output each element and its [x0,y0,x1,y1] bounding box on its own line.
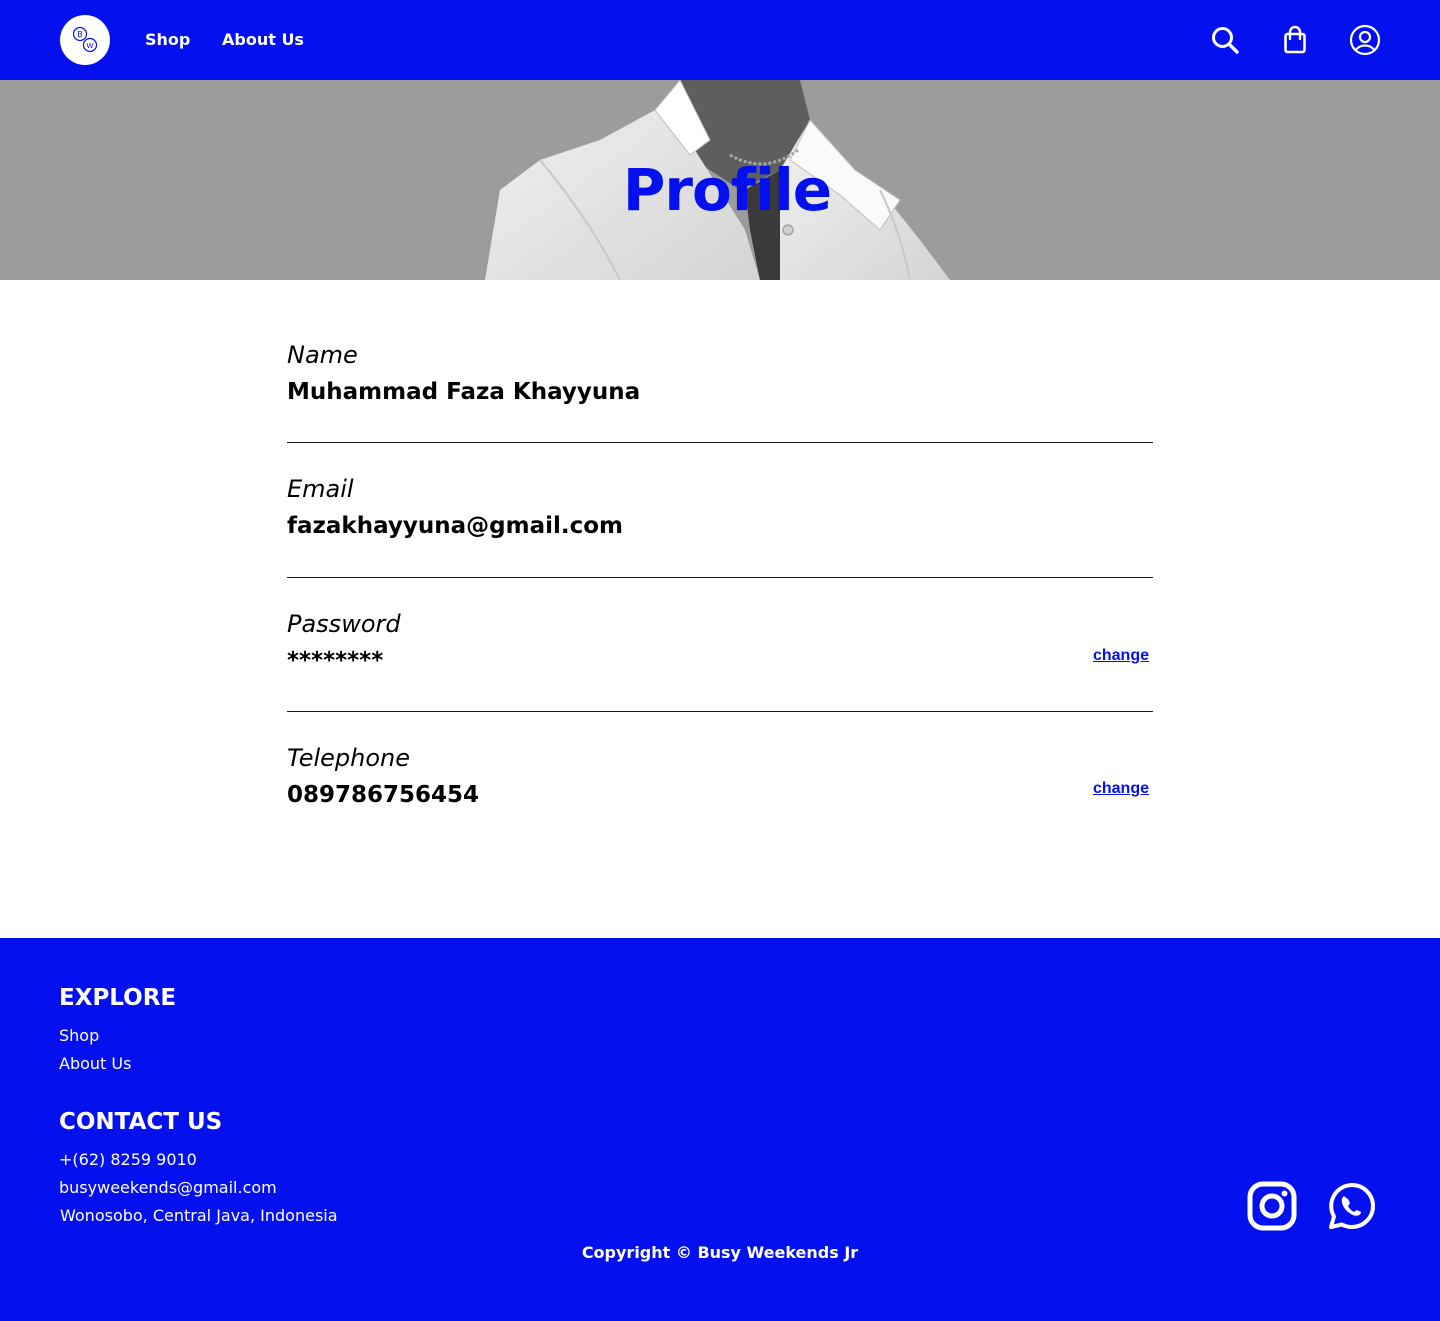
logo-letter-w: W [87,42,94,50]
change-telephone-link[interactable]: change [1093,780,1149,798]
password-label: Password [287,610,401,638]
instagram-icon[interactable] [1247,1181,1297,1231]
name-label: Name [287,341,358,369]
password-value: ******** [287,648,384,674]
contact-address: Wonosobo, Central Java, Indonesia [60,1206,338,1225]
hero-banner: Profile [0,80,1440,280]
telephone-value: 089786756454 [287,782,480,808]
logo[interactable]: B W [60,15,110,65]
email-value: fazakhayyuna@gmail.com [287,513,624,539]
site-footer: EXPLORE Shop About Us CONTACT US +(62) 8… [0,938,1440,1321]
profile-field-telephone: Telephone 089786756454 change [287,743,1153,811]
explore-heading: EXPLORE [59,985,177,1011]
telephone-label: Telephone [287,744,410,772]
contact-heading: CONTACT US [59,1109,223,1135]
contact-email: busyweekends@gmail.com [59,1178,277,1197]
page-title: Profile [622,156,832,224]
user-account-icon[interactable] [1349,24,1381,56]
copyright-text: Copyright © Busy Weekends Jr [581,1243,859,1262]
nav-about-link[interactable]: About Us [222,29,304,51]
change-password-link[interactable]: change [1093,647,1149,665]
divider [287,442,1153,443]
logo-mark: B W [72,26,98,53]
divider [287,711,1153,712]
profile-field-name: Name Muhammad Faza Khayyuna [287,340,1153,408]
nav-shop-link[interactable]: Shop [145,29,190,51]
divider [287,577,1153,578]
logo-letter-b: B [77,30,83,39]
contact-phone: +(62) 8259 9010 [59,1150,197,1169]
site-header: B W Shop About Us [0,0,1440,80]
search-icon[interactable] [1209,24,1241,56]
email-label: Email [287,475,354,503]
name-value: Muhammad Faza Khayyuna [287,379,641,405]
footer-about-link[interactable]: About Us [59,1053,131,1075]
footer-shop-link[interactable]: Shop [59,1025,99,1047]
profile-field-email: Email fazakhayyuna@gmail.com [287,474,1153,542]
whatsapp-icon[interactable] [1327,1181,1377,1231]
shopping-bag-icon[interactable] [1279,24,1311,56]
profile-field-password: Password ******** change [287,609,1153,677]
